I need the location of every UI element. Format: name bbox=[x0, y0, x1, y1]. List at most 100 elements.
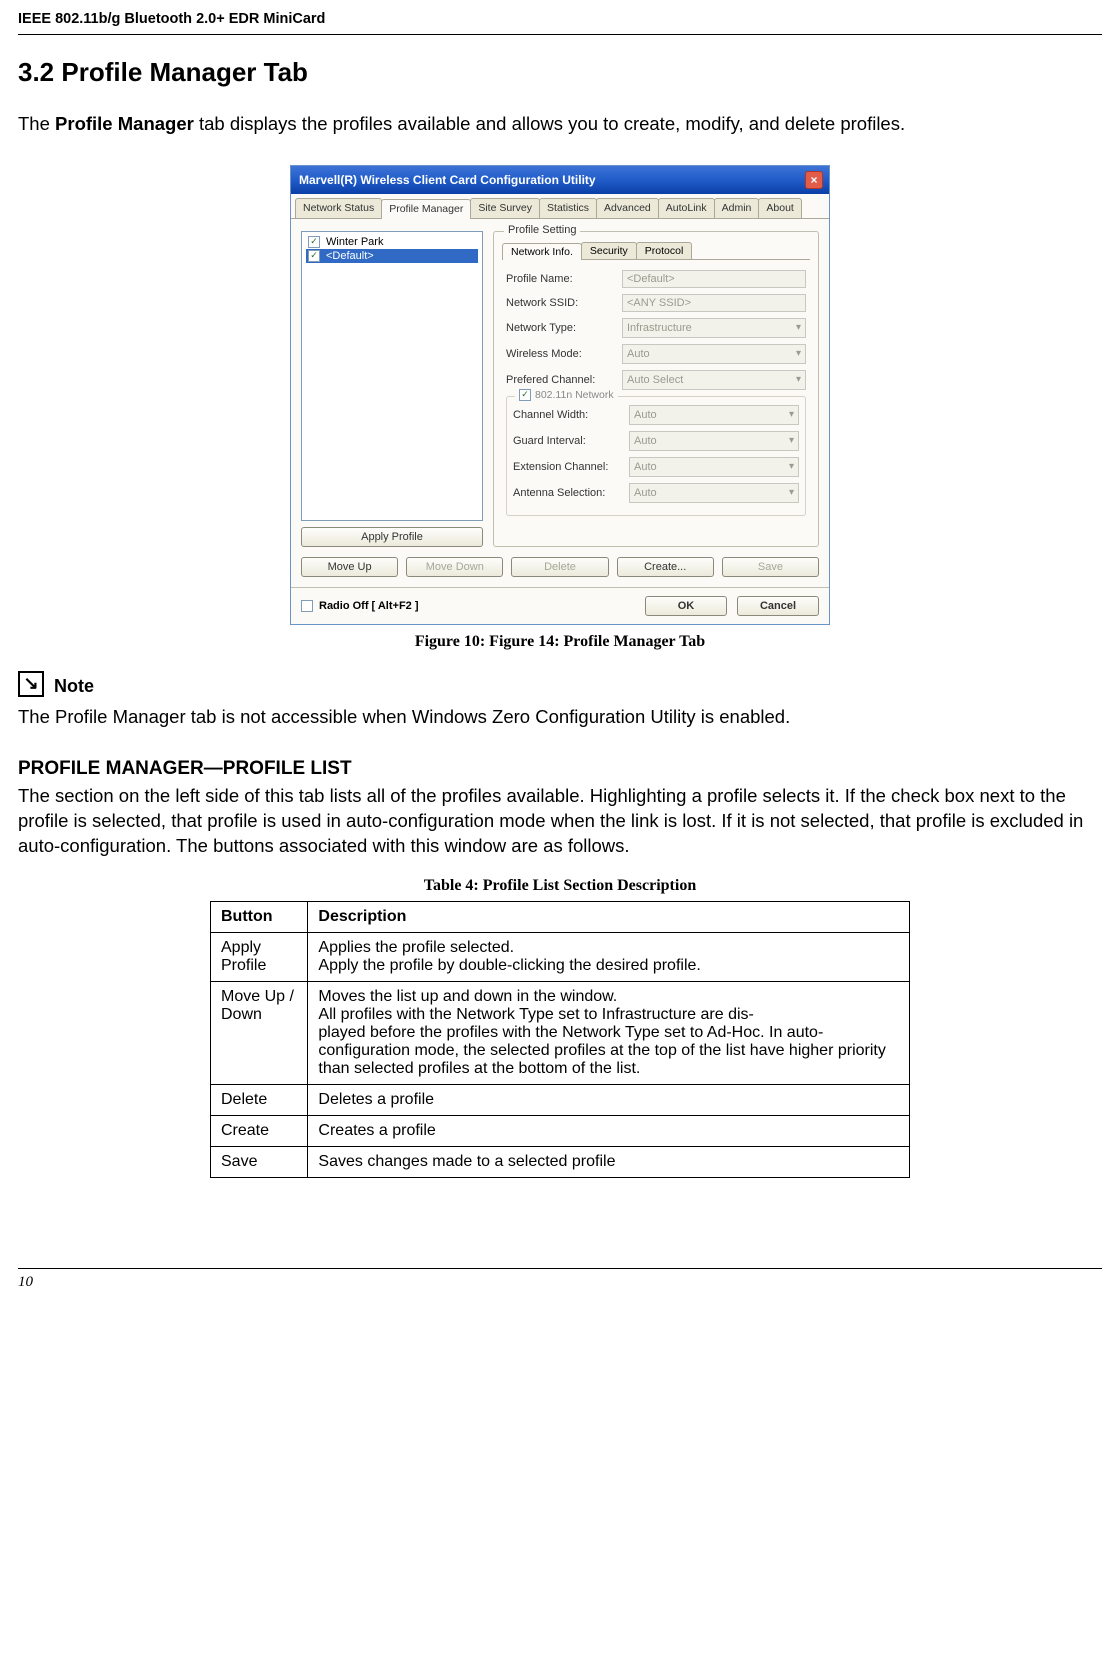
profile-list-paragraph: The section on the left side of this tab… bbox=[18, 784, 1102, 859]
wireless-mode-label: Wireless Mode: bbox=[506, 348, 616, 360]
page-footer: 10 bbox=[18, 1268, 1102, 1291]
profile-name-field[interactable]: <Default> bbox=[622, 270, 806, 288]
table-row: SaveSaves changes made to a selected pro… bbox=[211, 1146, 910, 1177]
intro-paragraph: The Profile Manager tab displays the pro… bbox=[18, 112, 1102, 137]
page-header: IEEE 802.11b/g Bluetooth 2.0+ EDR MiniCa… bbox=[18, 0, 1102, 35]
note-row: ↘ Note bbox=[18, 671, 1102, 697]
profile-item-label: <Default> bbox=[326, 250, 374, 262]
ok-button[interactable]: OK bbox=[645, 596, 727, 616]
table-caption: Table 4: Profile List Section Descriptio… bbox=[18, 877, 1102, 895]
radio-off-row: Radio Off [ Alt+F2 ] bbox=[301, 600, 419, 612]
table-cell-description: Moves the list up and down in the window… bbox=[308, 981, 910, 1084]
table-cell-button: Create bbox=[211, 1115, 308, 1146]
table-cell-button: Apply Profile bbox=[211, 932, 308, 981]
profile-list-item[interactable]: ✓ Winter Park bbox=[306, 235, 478, 249]
table-cell-description: Creates a profile bbox=[308, 1115, 910, 1146]
extension-channel-select[interactable]: Auto▾ bbox=[629, 457, 799, 477]
network-ssid-label: Network SSID: bbox=[506, 297, 616, 309]
figure-caption: Figure 10: Figure 14: Profile Manager Ta… bbox=[18, 633, 1102, 651]
extension-channel-label: Extension Channel: bbox=[513, 461, 623, 473]
screenshot-figure: Marvell(R) Wireless Client Card Configur… bbox=[18, 165, 1102, 625]
profile-setting-tab[interactable]: Network Info. bbox=[502, 243, 582, 260]
guard-interval-label: Guard Interval: bbox=[513, 435, 623, 447]
create-button[interactable]: Create... bbox=[617, 557, 714, 577]
deletebutton[interactable]: Delete bbox=[511, 557, 608, 577]
dialog-tab[interactable]: About bbox=[758, 198, 801, 218]
antenna-selection-select[interactable]: Auto▾ bbox=[629, 483, 799, 503]
radio-off-checkbox[interactable] bbox=[301, 600, 313, 612]
guard-interval-select[interactable]: Auto▾ bbox=[629, 431, 799, 451]
move-downbutton[interactable]: Move Down bbox=[406, 557, 503, 577]
profile-name-label: Profile Name: bbox=[506, 273, 616, 285]
dialog-body: ✓ Winter Park ✓ <Default> Apply Profile Pro… bbox=[291, 219, 829, 587]
note-text: The Profile Manager tab is not accessibl… bbox=[18, 705, 1102, 730]
chevron-down-icon: ▾ bbox=[789, 461, 794, 472]
table-row: Move Up / DownMoves the list up and down… bbox=[211, 981, 910, 1084]
chevron-down-icon: ▾ bbox=[789, 487, 794, 498]
chevron-down-icon: ▾ bbox=[796, 374, 801, 385]
table-cell-description: Applies the profile selected. Apply the … bbox=[308, 932, 910, 981]
profile-list-table: Button Description Apply ProfileApplies … bbox=[210, 901, 910, 1178]
apply-profile-button[interactable]: Apply Profile bbox=[301, 527, 483, 547]
table-cell-button: Save bbox=[211, 1146, 308, 1177]
profile-setting-legend: Profile Setting bbox=[504, 224, 580, 236]
network-ssid-field[interactable]: <ANY SSID> bbox=[622, 294, 806, 312]
dialog-tab[interactable]: Site Survey bbox=[470, 198, 540, 218]
profile-list-item[interactable]: ✓ <Default> bbox=[306, 249, 478, 263]
close-icon[interactable]: × bbox=[805, 171, 823, 189]
move-upbutton[interactable]: Move Up bbox=[301, 557, 398, 577]
profile-list-subhead: PROFILE MANAGER—PROFILE LIST bbox=[18, 758, 1102, 780]
antenna-selection-label: Antenna Selection: bbox=[513, 487, 623, 499]
dialog-titlebar: Marvell(R) Wireless Client Card Configur… bbox=[291, 166, 829, 194]
dialog-tab[interactable]: Advanced bbox=[596, 198, 659, 218]
note-icon: ↘ bbox=[18, 671, 44, 697]
dialog-tab[interactable]: Admin bbox=[714, 198, 760, 218]
checkbox-icon[interactable]: ✓ bbox=[308, 236, 320, 248]
chevron-down-icon: ▾ bbox=[796, 322, 801, 333]
n-network-group: ✓ 802.11n Network Channel Width: Auto▾ G… bbox=[506, 396, 806, 516]
dialog-tab[interactable]: Statistics bbox=[539, 198, 597, 218]
note-label: Note bbox=[54, 676, 94, 697]
wireless-mode-select[interactable]: Auto▾ bbox=[622, 344, 806, 364]
chevron-down-icon: ▾ bbox=[796, 348, 801, 359]
checkbox-icon[interactable]: ✓ bbox=[308, 250, 320, 262]
profile-setting-tabs: Network Info.SecurityProtocol bbox=[502, 242, 810, 260]
table-row: Apply ProfileApplies the profile selecte… bbox=[211, 932, 910, 981]
profile-setting-tab[interactable]: Protocol bbox=[636, 242, 693, 259]
table-cell-description: Saves changes made to a selected profile bbox=[308, 1146, 910, 1177]
dialog-window: Marvell(R) Wireless Client Card Configur… bbox=[290, 165, 830, 625]
n-network-legend: ✓ 802.11n Network bbox=[515, 389, 618, 401]
preferred-channel-label: Prefered Channel: bbox=[506, 374, 616, 386]
chevron-down-icon: ▾ bbox=[789, 435, 794, 446]
channel-width-label: Channel Width: bbox=[513, 409, 623, 421]
table-row: CreateCreates a profile bbox=[211, 1115, 910, 1146]
radio-off-label: Radio Off [ Alt+F2 ] bbox=[319, 600, 419, 612]
dialog-tabs: Network StatusProfile ManagerSite Survey… bbox=[291, 194, 829, 219]
dialog-tab[interactable]: Network Status bbox=[295, 198, 382, 218]
network-type-select[interactable]: Infrastructure▾ bbox=[622, 318, 806, 338]
profile-setting-group: Profile Setting Network Info.SecurityPro… bbox=[493, 231, 819, 547]
dialog-tab[interactable]: Profile Manager bbox=[381, 199, 471, 219]
dialog-title: Marvell(R) Wireless Client Card Configur… bbox=[299, 173, 596, 187]
intro-b: tab displays the profiles available and … bbox=[194, 113, 905, 134]
n-network-checkbox[interactable]: ✓ bbox=[519, 389, 531, 401]
page-number: 10 bbox=[18, 1274, 33, 1290]
profile-list[interactable]: ✓ Winter Park ✓ <Default> bbox=[301, 231, 483, 521]
intro-a: The bbox=[18, 113, 55, 134]
preferred-channel-select[interactable]: Auto Select▾ bbox=[622, 370, 806, 390]
channel-width-select[interactable]: Auto▾ bbox=[629, 405, 799, 425]
table-cell-description: Deletes a profile bbox=[308, 1084, 910, 1115]
profile-item-label: Winter Park bbox=[326, 236, 383, 248]
table-header-description: Description bbox=[308, 901, 910, 932]
section-title: 3.2 Profile Manager Tab bbox=[18, 57, 1102, 88]
table-header-button: Button bbox=[211, 901, 308, 932]
intro-bold: Profile Manager bbox=[55, 113, 194, 134]
header-text: IEEE 802.11b/g Bluetooth 2.0+ EDR MiniCa… bbox=[18, 11, 325, 27]
table-row: DeleteDeletes a profile bbox=[211, 1084, 910, 1115]
cancel-button[interactable]: Cancel bbox=[737, 596, 819, 616]
table-cell-button: Move Up / Down bbox=[211, 981, 308, 1084]
profile-setting-tab[interactable]: Security bbox=[581, 242, 637, 259]
dialog-tab[interactable]: AutoLink bbox=[658, 198, 715, 218]
savebutton[interactable]: Save bbox=[722, 557, 819, 577]
network-info-panel: Profile Name: <Default> Network SSID: <A… bbox=[502, 260, 810, 520]
